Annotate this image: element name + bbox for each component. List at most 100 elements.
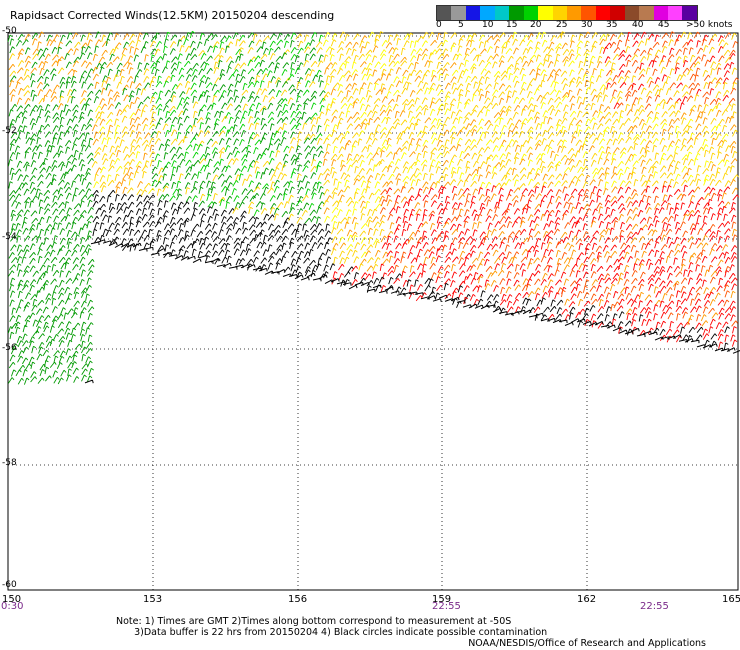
wind-barb: [300, 276, 310, 281]
wind-barb: [318, 111, 325, 119]
wind-barb: [527, 109, 534, 117]
wind-barb: [731, 221, 737, 229]
wind-barb: [148, 202, 154, 210]
wind-barb: [701, 320, 709, 327]
wind-barb: [354, 222, 359, 230]
wind-barb: [543, 306, 550, 313]
wind-barb: [205, 95, 211, 103]
wind-barb: [407, 110, 413, 118]
wind-barb: [261, 41, 267, 49]
wind-barb: [246, 174, 253, 182]
wind-barb: [352, 88, 359, 95]
wind-barb: [702, 328, 708, 336]
wind-barb: [276, 39, 284, 46]
wind-barb: [471, 152, 478, 160]
wind-barb: [114, 157, 121, 165]
wind-barb: [709, 248, 715, 256]
wind-barb: [422, 164, 428, 172]
wind-barb: [177, 39, 182, 47]
wind-barb: [381, 116, 388, 124]
wind-barb: [36, 137, 42, 145]
wind-barb: [590, 293, 597, 301]
wind-barb: [176, 61, 182, 69]
wind-barb: [249, 229, 257, 236]
wind-barb: [87, 207, 94, 214]
wind-barb: [588, 251, 595, 259]
wind-barb: [269, 52, 276, 60]
wind-barb: [112, 56, 120, 63]
wind-barb: [359, 96, 366, 104]
wind-barb: [345, 209, 352, 217]
wind-barb: [444, 139, 450, 147]
wind-barb: [533, 270, 541, 277]
wind-barb: [193, 117, 199, 126]
wind-barb: [16, 256, 23, 264]
wind-barb: [50, 178, 57, 186]
wind-barb: [290, 258, 297, 266]
wind-barb: [148, 214, 155, 222]
wind-barb: [366, 152, 373, 159]
wind-barb: [471, 129, 477, 137]
wind-barb: [86, 32, 92, 41]
wind-barb: [70, 327, 77, 336]
wind-barb: [80, 194, 88, 201]
wind-barb: [653, 195, 659, 203]
wind-barb: [155, 122, 161, 130]
wind-barb: [640, 174, 646, 182]
wind-barb: [714, 81, 722, 89]
wind-barb: [610, 68, 616, 76]
wind-barb: [323, 82, 330, 90]
wind-barb: [394, 251, 400, 259]
wind-barb: [648, 283, 654, 291]
wind-barb: [130, 145, 135, 153]
wind-barb: [260, 207, 268, 215]
wind-barb: [196, 41, 203, 49]
wind-barb: [16, 105, 23, 112]
wind-barb: [44, 110, 51, 117]
wind-barb: [547, 273, 554, 280]
wind-barb: [58, 355, 65, 363]
wind-barb: [233, 195, 240, 202]
wind-barb: [582, 271, 589, 279]
wind-barb: [79, 263, 86, 271]
wind-barb: [701, 54, 707, 62]
wind-barb: [583, 59, 589, 67]
wind-barb: [374, 61, 381, 68]
wind-barb: [470, 144, 478, 151]
wind-barb: [519, 158, 526, 166]
wind-barb: [409, 89, 416, 97]
wind-barb: [569, 53, 575, 61]
wind-barb: [611, 236, 619, 243]
wind-barb: [287, 97, 294, 105]
wind-barb: [665, 306, 673, 314]
wind-barb: [127, 55, 134, 63]
wind-barb: [280, 136, 287, 144]
wind-barb: [304, 181, 311, 189]
wind-barb: [688, 326, 696, 334]
wind-barb: [317, 60, 324, 68]
wind-barb: [14, 168, 22, 175]
wind-barb: [682, 158, 689, 166]
wind-barb: [498, 60, 505, 68]
wind-barb: [385, 194, 391, 202]
wind-barb: [156, 130, 162, 139]
wind-barb: [368, 236, 373, 245]
wind-barb: [603, 214, 611, 221]
wind-barb: [562, 186, 568, 194]
wind-barb: [92, 228, 98, 237]
wind-barb: [695, 132, 702, 139]
wind-barb: [29, 257, 36, 265]
wind-barb: [637, 40, 644, 48]
wind-barb: [144, 82, 151, 89]
wind-barb: [466, 193, 472, 201]
wind-barb: [155, 81, 163, 88]
wind-barb: [422, 172, 428, 181]
wind-barb: [392, 166, 400, 174]
wind-barb: [374, 240, 380, 249]
wind-barb: [260, 123, 268, 131]
wind-barb: [25, 363, 32, 370]
wind-barb: [702, 168, 709, 175]
wind-barb: [596, 188, 602, 196]
wind-barb: [555, 279, 562, 286]
wind-barb: [472, 222, 477, 230]
